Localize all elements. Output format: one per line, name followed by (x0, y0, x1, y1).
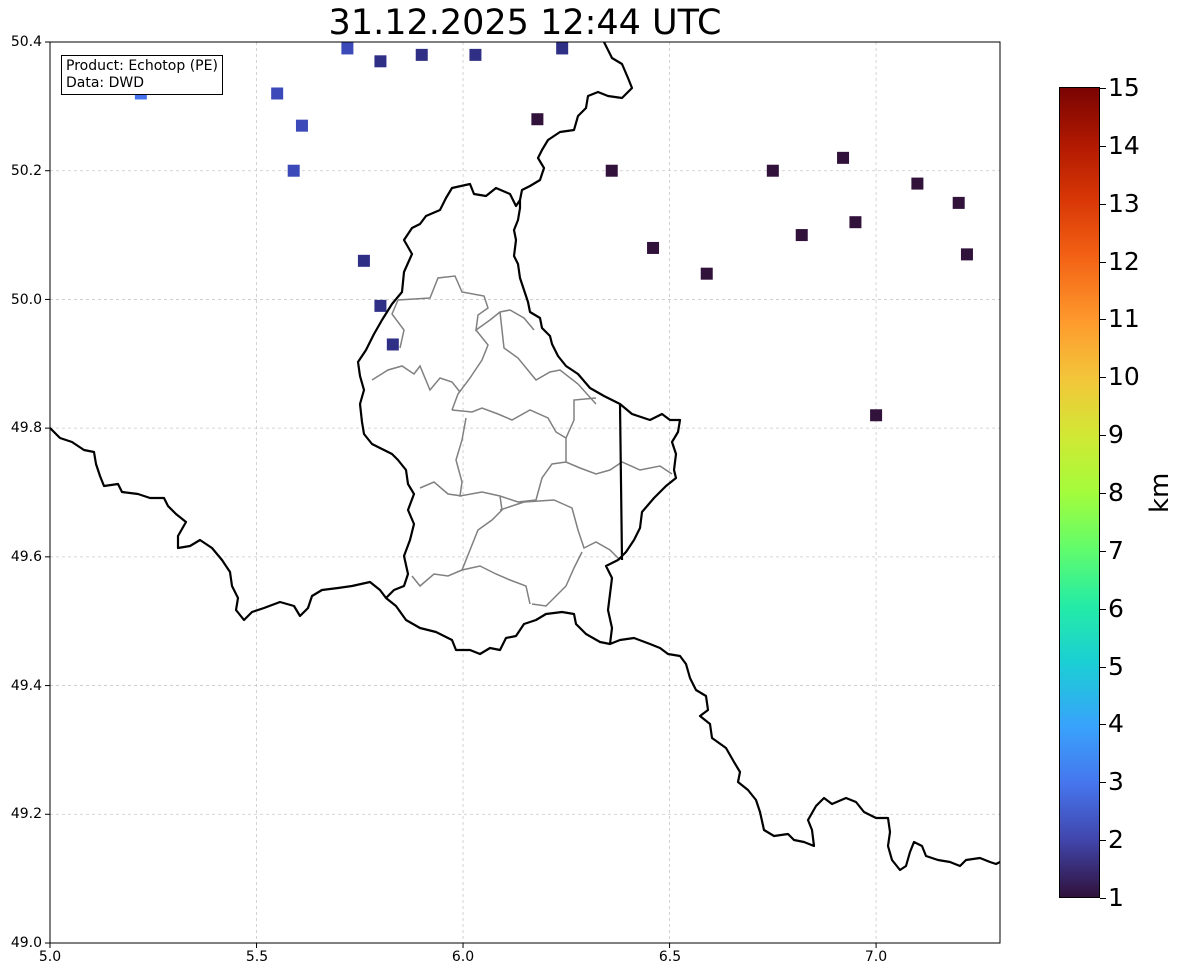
echotop-cell (700, 267, 713, 280)
colorbar-tick-mark (1100, 666, 1106, 668)
colorbar-tick-mark (1100, 203, 1106, 205)
colorbar-tick-mark (1100, 319, 1106, 321)
echotop-cell (605, 164, 618, 177)
echotop-cell (837, 151, 850, 164)
colorbar-tick-mark (1100, 782, 1106, 784)
echotop-cell (849, 216, 862, 229)
colorbar-tick-label: 1 (1108, 883, 1124, 912)
echotop-cell (531, 113, 544, 126)
colorbar-tick-label: 14 (1108, 130, 1140, 160)
data-source-label: Data: DWD (66, 75, 144, 91)
y-tick-label: 49.2 (10, 806, 42, 822)
y-tick-label: 49.4 (10, 678, 42, 694)
echotop-cell (960, 248, 973, 261)
echotop-cell (386, 338, 399, 351)
echotop-cell (556, 42, 569, 55)
y-tick-label: 49.6 (10, 549, 42, 565)
echotop-cell (870, 409, 883, 422)
echotop-cell (766, 164, 779, 177)
colorbar-tick-label: 5 (1108, 651, 1124, 681)
y-tick-label: 49.8 (10, 420, 42, 436)
colorbar-tick-mark (1100, 550, 1106, 552)
colorbar-tick-label: 9 (1108, 420, 1124, 450)
colorbar-tick-mark (1100, 145, 1106, 147)
colorbar-tick-mark (1100, 435, 1106, 437)
product-info-box: Product: Echotop (PE) Data: DWD (61, 55, 223, 95)
x-tick-label: 5.0 (38, 949, 62, 965)
colorbar-tick-label: 6 (1108, 593, 1124, 623)
colorbar-tick-label: 4 (1108, 709, 1124, 739)
colorbar-tick-mark (1100, 898, 1106, 899)
echotop-cell (287, 164, 300, 177)
colorbar-tick-mark (1100, 261, 1106, 263)
colorbar-tick-label: 3 (1108, 767, 1124, 797)
product-label: Product: Echotop (PE) (66, 58, 218, 74)
colorbar-tick-mark (1100, 724, 1106, 726)
colorbar-tick-label: 7 (1108, 535, 1124, 565)
echotop-cells (134, 42, 973, 422)
national-borders (50, 42, 1000, 872)
colorbar-tick-mark (1100, 88, 1106, 89)
echotop-cell (911, 177, 924, 190)
echotop-cell (469, 48, 482, 61)
x-tick-label: 6.0 (451, 949, 475, 965)
echotop-cell (795, 229, 808, 242)
colorbar-tick-label: 15 (1108, 73, 1140, 102)
gridlines (49, 41, 1000, 944)
colorbar-tick-mark (1100, 608, 1106, 610)
y-tick-label: 50.0 (10, 292, 42, 308)
colorbar-tick-label: 8 (1108, 478, 1124, 507)
colorbar-tick-label: 13 (1108, 188, 1140, 218)
echotop-cell (341, 42, 354, 55)
x-tick-label: 6.5 (658, 949, 682, 965)
colorbar-tick-mark (1100, 493, 1106, 494)
echotop-cell (357, 254, 370, 267)
map-canvas (45, 41, 1001, 948)
echotop-cell (415, 48, 428, 61)
y-tick-label: 50.2 (10, 163, 42, 179)
echotop-cell (271, 87, 284, 100)
colorbar-tick-label: 10 (1108, 362, 1140, 392)
echotop-cell (295, 119, 308, 132)
echotop-cell (647, 241, 660, 254)
echotop-cell (374, 55, 387, 68)
x-tick-label: 7.0 (864, 949, 888, 965)
colorbar-tick-mark (1100, 377, 1106, 379)
echotop-cell (952, 196, 965, 209)
colorbar-tick-label: 12 (1108, 246, 1140, 276)
colorbar-tick-label: 11 (1108, 304, 1140, 334)
echotop-cell (374, 299, 387, 312)
colorbar-label: km (1145, 472, 1175, 513)
colorbar-tick-mark (1100, 840, 1106, 842)
colorbar-tick-label: 2 (1108, 825, 1124, 855)
x-tick-label: 5.5 (245, 949, 269, 965)
plot-frame (49, 41, 1001, 944)
y-tick-label: 49.0 (10, 935, 42, 951)
colorbar (1059, 87, 1100, 898)
y-tick-label: 50.4 (10, 34, 42, 50)
